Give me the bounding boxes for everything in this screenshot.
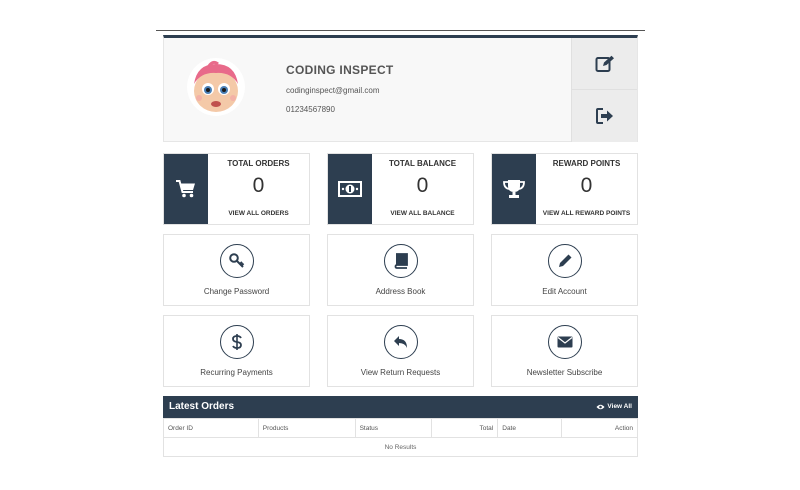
view-all-balance-link[interactable]: VIEW ALL BALANCE (372, 210, 473, 217)
view-all-orders-button[interactable]: View All (596, 403, 632, 410)
edit-icon (595, 55, 614, 72)
latest-orders-title: Latest Orders (169, 401, 235, 412)
key-icon (220, 244, 254, 278)
profile-card: CODING INSPECT codinginspect@gmail.com 0… (163, 35, 638, 142)
table-header-row: Order ID Products Status Total Date Acti… (163, 418, 638, 438)
stat-total-orders: TOTAL ORDERS 0 VIEW ALL ORDERS (163, 153, 310, 225)
dollar-icon (220, 325, 254, 359)
tile-label: Address Book (375, 287, 426, 296)
tile-label: Newsletter Subscribe (526, 368, 603, 377)
no-results-text: No Results (163, 437, 638, 457)
profile-name: CODING INSPECT (286, 63, 394, 77)
stat-title: REWARD POINTS (552, 159, 621, 168)
newsletter-subscribe-tile[interactable]: Newsletter Subscribe (491, 315, 638, 387)
latest-orders-panel: Latest Orders View All Order ID Products… (163, 396, 638, 457)
stat-value: 0 (580, 174, 593, 197)
eye-icon (596, 404, 605, 409)
table-row: No Results (163, 437, 638, 457)
col-date: Date (497, 418, 563, 438)
stat-title: TOTAL BALANCE (388, 159, 457, 168)
stat-value: 0 (416, 174, 429, 197)
logout-button[interactable] (571, 90, 637, 142)
edit-account-tile[interactable]: Edit Account (491, 234, 638, 306)
stat-value: 0 (252, 174, 265, 197)
avatar (187, 58, 245, 116)
stat-title: TOTAL ORDERS (227, 159, 290, 168)
profile-phone: 01234567890 (286, 105, 335, 114)
stat-reward-points: REWARD POINTS 0 VIEW ALL REWARD POINTS (491, 153, 638, 225)
tile-label: Edit Account (542, 287, 587, 296)
col-action: Action (561, 418, 638, 438)
tile-label: View Return Requests (360, 368, 441, 377)
sign-out-icon (595, 108, 613, 124)
address-book-tile[interactable]: Address Book (327, 234, 474, 306)
trophy-icon (492, 154, 536, 224)
edit-profile-button[interactable] (571, 38, 637, 90)
tile-label: Change Password (203, 287, 270, 296)
top-divider (156, 30, 645, 31)
pencil-icon (548, 244, 582, 278)
book-icon (384, 244, 418, 278)
cart-icon (164, 154, 208, 224)
latest-orders-header: Latest Orders View All (163, 396, 638, 418)
orders-table: Order ID Products Status Total Date Acti… (163, 418, 638, 457)
stat-total-balance: TOTAL BALANCE 0 VIEW ALL BALANCE (327, 153, 474, 225)
profile-email: codinginspect@gmail.com (286, 86, 380, 95)
col-products: Products (257, 418, 356, 438)
view-all-label: View All (607, 403, 632, 410)
change-password-tile[interactable]: Change Password (163, 234, 310, 306)
col-order-id: Order ID (163, 418, 259, 438)
col-total: Total (431, 418, 499, 438)
money-icon (328, 154, 372, 224)
view-return-requests-tile[interactable]: View Return Requests (327, 315, 474, 387)
recurring-payments-tile[interactable]: Recurring Payments (163, 315, 310, 387)
tile-label: Recurring Payments (200, 368, 273, 377)
col-status: Status (354, 418, 433, 438)
reply-icon (384, 325, 418, 359)
view-all-reward-points-link[interactable]: VIEW ALL REWARD POINTS (536, 210, 637, 217)
account-dashboard: CODING INSPECT codinginspect@gmail.com 0… (163, 35, 638, 457)
envelope-icon (548, 325, 582, 359)
view-all-orders-link[interactable]: VIEW ALL ORDERS (208, 210, 309, 217)
stats-row: TOTAL ORDERS 0 VIEW ALL ORDERS TOTAL BAL… (163, 153, 638, 225)
